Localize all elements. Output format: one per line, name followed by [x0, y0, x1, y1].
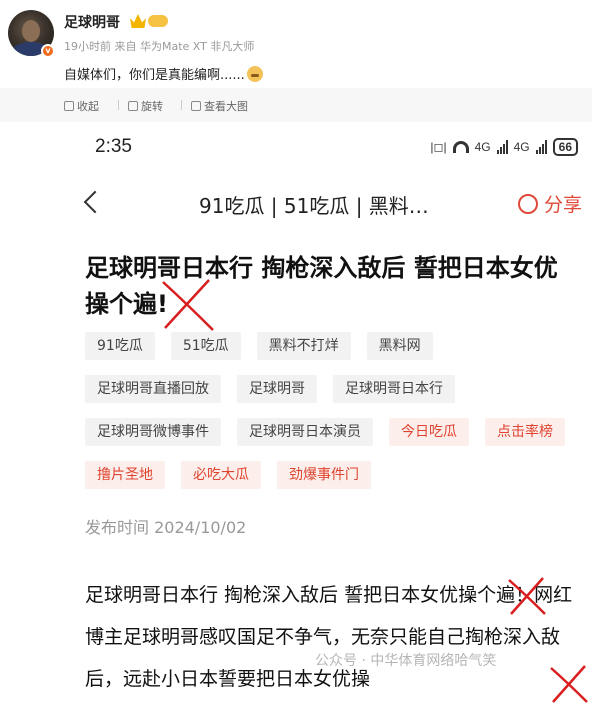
rotate-label: 旋转 [141, 100, 163, 113]
collapse-button[interactable]: 收起 [64, 98, 99, 114]
rotate-icon [128, 101, 138, 111]
battery-icon: 66 [552, 138, 578, 156]
tag-row: 91吃瓜 51吃瓜 黑料不打烊 黑料网 [85, 332, 585, 360]
tag-chip[interactable]: 今日吃瓜 [389, 418, 469, 446]
tag-row: 足球明哥直播回放 足球明哥 足球明哥日本行 [85, 375, 585, 403]
article-body: 足球明哥日本行 掏枪深入敌后 誓把日本女优操个遍！网红博主足球明哥感叹国足不争气… [85, 584, 573, 690]
tag-chip[interactable]: 黑料网 [366, 332, 433, 360]
tag-chip[interactable]: 足球明哥日本演员 [237, 418, 373, 446]
view-large-button[interactable]: 查看大图 [191, 98, 248, 114]
publish-date: 发布时间 2024/10/02 [85, 518, 247, 537]
signal-icon [496, 140, 508, 154]
article-nav-bar: 91吃瓜 | 51吃瓜 | 黑料… 分享 [65, 184, 592, 224]
tag-chip[interactable]: 91吃瓜 [85, 332, 155, 360]
share-icon [517, 193, 538, 214]
watermark: 公众号 · 中华体育网络哈气笑 [315, 653, 497, 669]
post-image[interactable]: 2:35 |◻| 4G 4G 66 91吃瓜 | 51吃瓜 | 黑料… 分享 足… [65, 122, 592, 708]
rotate-button[interactable]: 旋转 [128, 98, 163, 114]
tag-list: 91吃瓜 51吃瓜 黑料不打烊 黑料网 足球明哥直播回放 足球明哥 足球明哥日本行 足球明哥微… [85, 332, 585, 504]
tag-chip[interactable]: 足球明哥 [237, 375, 317, 403]
collapse-icon [64, 101, 74, 111]
tag-row: 撸片圣地 必吃大瓜 劲爆事件门 [85, 461, 585, 489]
toolbar-divider [118, 100, 119, 110]
doge-emoji-icon [246, 66, 263, 82]
tag-chip[interactable]: 足球明哥直播回放 [85, 375, 221, 403]
status-time: 2:35 [95, 136, 132, 157]
back-icon[interactable] [83, 190, 107, 214]
status-bar-icons: |◻| 4G 4G 66 [430, 138, 578, 156]
collapse-label: 收起 [77, 100, 99, 113]
toolbar-divider [181, 100, 182, 110]
post-header: v 足球明哥 19小时前 来自 华为Mate XT 非凡大师 自媒体们，你们是真… [0, 0, 592, 88]
verified-badge-icon: v [41, 44, 55, 58]
magnifier-icon [191, 101, 201, 111]
signal-label-1: 4G [474, 140, 491, 154]
tag-chip[interactable]: 足球明哥日本行 [333, 375, 455, 403]
vip-badge-icon [130, 14, 168, 28]
tag-chip[interactable]: 必吃大瓜 [181, 461, 261, 489]
view-large-label: 查看大图 [204, 100, 248, 113]
post-text-content: 自媒体们，你们是真能编啊...... [64, 68, 245, 83]
image-toolbar: 收起 旋转 查看大图 [0, 88, 592, 122]
post-meta: 19小时前 来自 华为Mate XT 非凡大师 [64, 40, 255, 53]
tag-chip[interactable]: 点击率榜 [485, 418, 565, 446]
tag-chip[interactable]: 劲爆事件门 [277, 461, 371, 489]
signal-icon [535, 140, 547, 154]
share-label: 分享 [543, 194, 582, 216]
tag-chip[interactable]: 足球明哥微博事件 [85, 418, 221, 446]
tag-chip[interactable]: 黑料不打烊 [256, 332, 351, 360]
share-button[interactable]: 分享 [517, 190, 582, 217]
tag-chip[interactable]: 51吃瓜 [170, 332, 241, 360]
nav-title: 91吃瓜 | 51吃瓜 | 黑料… [199, 194, 429, 218]
post-text: 自媒体们，你们是真能编啊...... [64, 64, 263, 83]
article-title: 足球明哥日本行 掏枪深入敌后 誓把日本女优操个遍! [85, 254, 558, 318]
username[interactable]: 足球明哥 [64, 12, 120, 32]
tag-chip[interactable]: 撸片圣地 [85, 461, 165, 489]
tag-row: 足球明哥微博事件 足球明哥日本演员 今日吃瓜 点击率榜 [85, 418, 585, 446]
wifi-icon [452, 141, 469, 153]
vibrate-icon: |◻| [430, 140, 447, 154]
signal-label-2: 4G [513, 140, 530, 154]
